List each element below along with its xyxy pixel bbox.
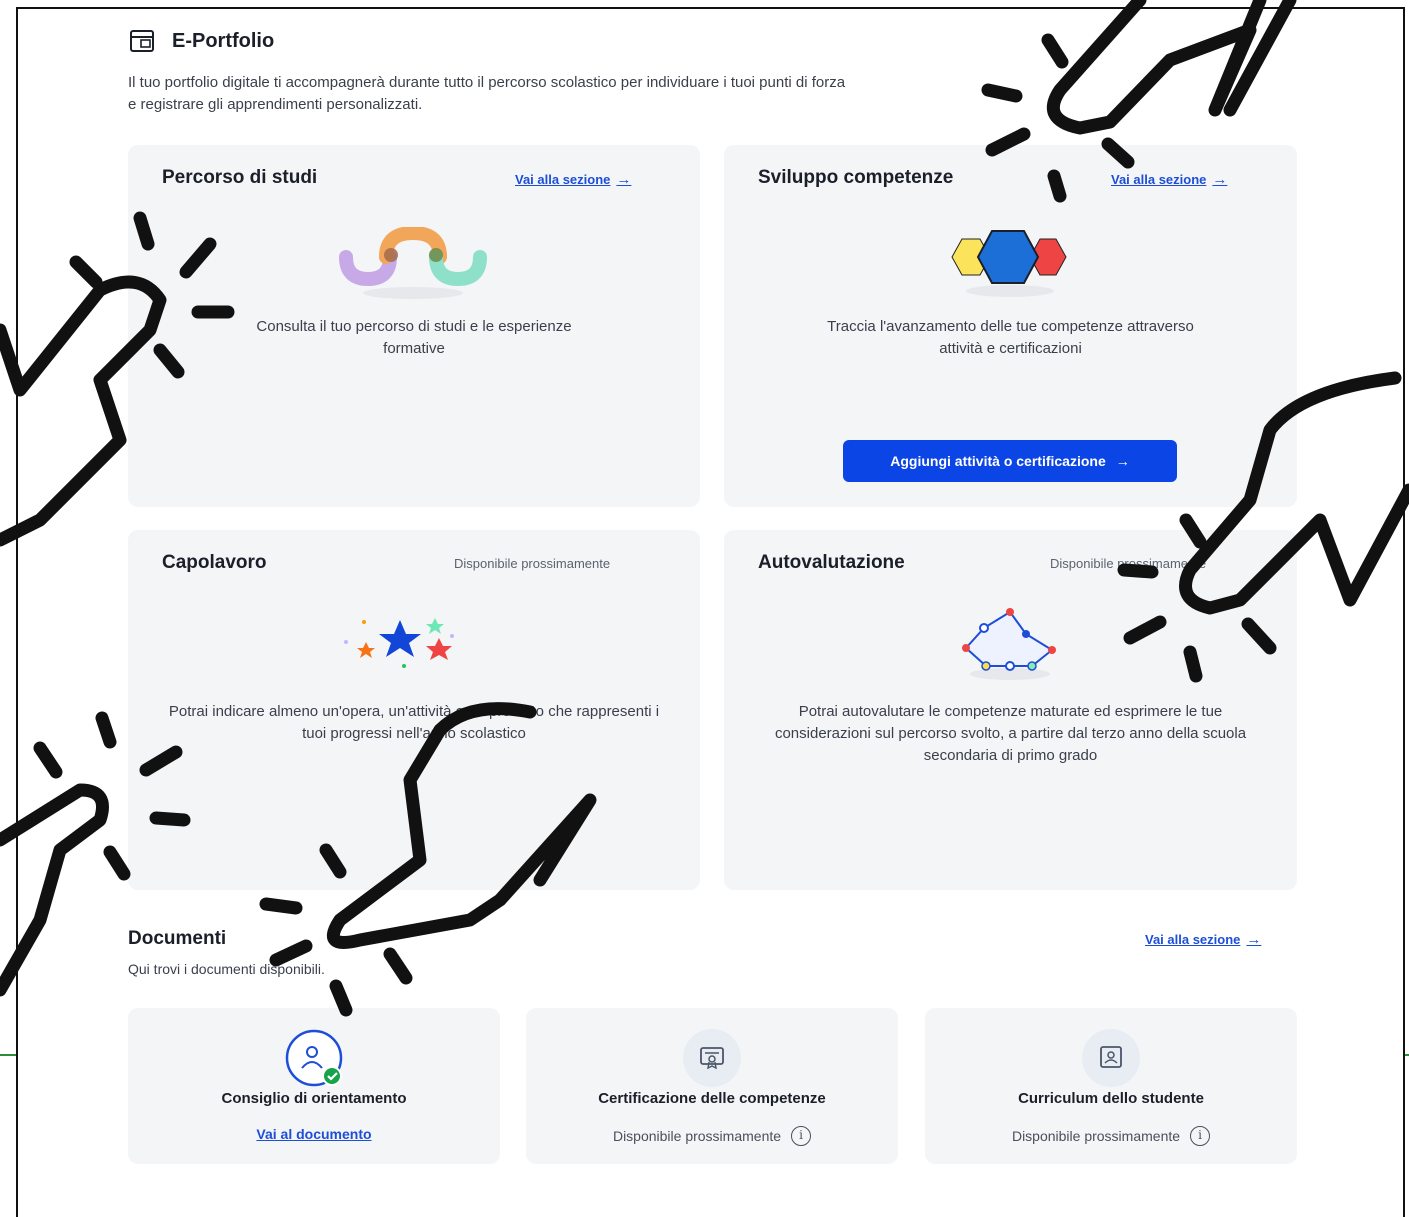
document-name: Certificazione delle competenze bbox=[598, 1090, 826, 1107]
card-title: Capolavoro bbox=[162, 552, 267, 573]
add-activity-button[interactable]: Aggiungi attività o certificazione → bbox=[843, 440, 1177, 482]
card-description: Consulta il tuo percorso di studi e le e… bbox=[256, 318, 572, 357]
document-status: Disponibile prossimamente i bbox=[526, 1126, 898, 1146]
card-description: Traccia l'avanzamento delle tue competen… bbox=[827, 318, 1194, 357]
availability-status: Disponibile prossimamente bbox=[454, 556, 611, 571]
card-description: Potrai autovalutare le competenze matura… bbox=[774, 703, 1247, 764]
document-card-curriculum: Curriculum dello studente Disponibile pr… bbox=[925, 1008, 1297, 1164]
card-title: Autovalutazione bbox=[758, 552, 905, 573]
document-card-certificazione: Certificazione delle competenze Disponib… bbox=[526, 1008, 898, 1164]
stars-illustration bbox=[344, 618, 454, 668]
divider-right bbox=[1405, 1054, 1409, 1056]
curriculum-icon bbox=[1082, 1029, 1140, 1087]
open-document-link[interactable]: Vai al documento bbox=[128, 1126, 500, 1142]
portfolio-icon bbox=[130, 30, 154, 52]
study-path-illustration bbox=[339, 227, 487, 299]
skills-hexagon-illustration bbox=[951, 230, 1067, 297]
documents-title: Documenti bbox=[128, 928, 227, 949]
card-description: Potrai indicare almeno un'opera, un'atti… bbox=[168, 703, 660, 742]
arrow-right-icon: → bbox=[1246, 931, 1262, 948]
sviluppo-section-link[interactable]: Vai alla sezione → bbox=[1111, 171, 1227, 188]
documents-subtitle: Qui trovi i documenti disponibili. bbox=[128, 961, 325, 977]
arrow-right-icon: → bbox=[1212, 171, 1228, 188]
availability-status: Disponibile prossimamente bbox=[1050, 556, 1207, 571]
card-title: Sviluppo competenze bbox=[758, 167, 954, 188]
card-sviluppo-competenze: Sviluppo competenze Vai alla sezione → Tr… bbox=[724, 145, 1297, 507]
info-icon[interactable]: i bbox=[791, 1126, 812, 1146]
documents-section-link[interactable]: Vai alla sezione → bbox=[1145, 931, 1261, 948]
page-intro: Il tuo portfolio digitale ti accompagner… bbox=[128, 74, 846, 113]
document-card-orientamento: Consiglio di orientamento Vai al documen… bbox=[128, 1008, 500, 1164]
card-title: Percorso di studi bbox=[162, 167, 318, 188]
orientation-check-icon bbox=[285, 1029, 343, 1087]
page-header: E-Portfolio Il tuo portfolio digitale ti… bbox=[128, 28, 848, 116]
percorso-section-link[interactable]: Vai alla sezione → bbox=[515, 171, 631, 188]
divider-left bbox=[0, 1054, 16, 1056]
self-assessment-graph-illustration bbox=[962, 608, 1056, 680]
card-capolavoro: Capolavoro Disponibile prossimamente Pot… bbox=[128, 530, 700, 890]
document-name: Consiglio di orientamento bbox=[221, 1090, 407, 1107]
card-percorso-di-studi: Percorso di studi Vai alla sezione → Cons… bbox=[128, 145, 700, 507]
document-status: Disponibile prossimamente i bbox=[925, 1126, 1297, 1146]
page-title: E-Portfolio bbox=[172, 29, 275, 52]
arrow-right-icon: → bbox=[1115, 453, 1130, 469]
certificate-icon bbox=[683, 1029, 741, 1087]
info-icon[interactable]: i bbox=[1190, 1126, 1211, 1146]
document-name: Curriculum dello studente bbox=[1018, 1090, 1204, 1107]
card-autovalutazione: Autovalutazione Disponibile prossimament… bbox=[724, 530, 1297, 890]
arrow-right-icon: → bbox=[616, 171, 632, 188]
